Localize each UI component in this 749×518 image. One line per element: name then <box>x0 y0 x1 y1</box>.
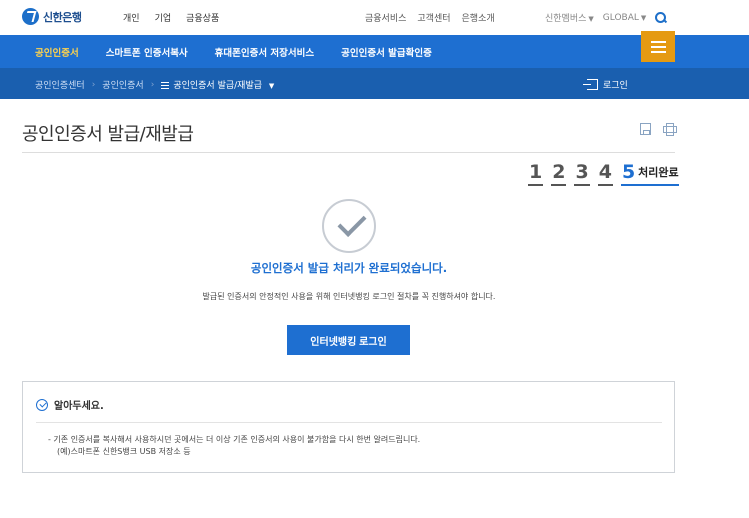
top-nav: 개인 기업 금융상품 <box>123 11 219 24</box>
topnav-products[interactable]: 금융상품 <box>186 11 219 24</box>
members-dropdown[interactable]: 신한멤버스 ▼ <box>545 11 594 24</box>
list-icon <box>161 82 170 89</box>
notice-header: 알아두세요. <box>36 397 104 412</box>
search-icon[interactable] <box>655 12 667 23</box>
topnav-personal[interactable]: 개인 <box>123 11 140 24</box>
step-5-current: 5 처리완료 <box>620 160 679 186</box>
breadcrumb: 공인인증센터 › 공인인증서 › 공인인증서 발급/재발급 ▼ <box>35 78 274 92</box>
global-label: GLOBAL <box>602 12 639 23</box>
title-tools <box>640 123 677 136</box>
nav-item-smartphone-copy[interactable]: 스마트폰 인증서복사 <box>106 45 188 59</box>
page-title: 공인인증서 발급/재발급 <box>22 124 194 145</box>
util-bank-intro[interactable]: 은행소개 <box>462 11 495 24</box>
nav-item-issue-confirmation[interactable]: 공인인증서 발급확인증 <box>341 45 432 59</box>
util-customer-center[interactable]: 고객센터 <box>417 11 450 24</box>
breadcrumb-item-certificate[interactable]: 공인인증서 <box>102 78 143 91</box>
notice-line-1: - 기존 인증서를 복사해서 사용하시던 곳에서는 더 이상 기존 인증서의 사… <box>48 435 421 444</box>
check-circle-icon <box>322 199 376 253</box>
notice-divider <box>36 422 662 423</box>
login-link[interactable]: 로그인 <box>583 78 628 91</box>
breadcrumb-current-dropdown[interactable]: 공인인증서 발급/재발급 ▼ <box>161 78 274 91</box>
print-icon[interactable] <box>663 123 677 136</box>
notice-box: 알아두세요. - 기존 인증서를 복사해서 사용하시던 곳에서는 더 이상 기존… <box>22 381 675 473</box>
nav-item-phone-storage[interactable]: 휴대폰인증서 저장서비스 <box>215 45 314 59</box>
breadcrumb-item-center[interactable]: 공인인증센터 <box>35 78 85 91</box>
utility-nav: 금융서비스 고객센터 은행소개 <box>365 11 495 24</box>
topnav-business[interactable]: 기업 <box>155 11 172 24</box>
hamburger-icon-bar <box>650 40 666 43</box>
breadcrumb-current-label: 공인인증서 발급/재발급 <box>173 81 263 91</box>
top-bar: 신한은행 개인 기업 금융상품 금융서비스 고객센터 은행소개 신한멤버스 ▼ G… <box>0 0 749 35</box>
step-5-number: 5 <box>621 161 636 183</box>
brand-name: 신한은행 <box>43 10 82 24</box>
result-message: 공인인증서 발급 처리가 완료되었습니다. <box>250 261 448 275</box>
notice-line-2: (예)스마트폰 신한S뱅크 USB 저장소 등 <box>57 447 191 456</box>
global-dropdown[interactable]: GLOBAL ▼ <box>603 13 647 23</box>
title-divider <box>22 152 675 153</box>
result-subtext: 발급된 인증서의 안정적인 사용을 위해 인터넷뱅킹 로그인 절차를 꼭 진행하… <box>202 292 496 301</box>
hamburger-icon-bar <box>650 45 666 48</box>
check-circle-small-icon <box>36 398 48 411</box>
step-1: 1 <box>528 160 544 186</box>
caret-down-icon: ▼ <box>588 15 594 23</box>
login-label: 로그인 <box>603 81 628 91</box>
chevron-right-icon: › <box>91 79 96 90</box>
caret-down-icon: ▼ <box>640 13 647 22</box>
step-indicator: 1 2 3 4 5 처리완료 <box>528 160 679 186</box>
internet-banking-login-button[interactable]: 인터넷뱅킹 로그인 <box>287 325 410 355</box>
hamburger-icon-bar <box>650 50 666 53</box>
chevron-right-icon: › <box>150 79 155 90</box>
right-utility: 신한멤버스 ▼ GLOBAL ▼ <box>545 11 667 24</box>
shinhan-logo-icon <box>22 8 39 25</box>
brand-logo[interactable]: 신한은행 <box>22 8 82 25</box>
notice-title: 알아두세요. <box>54 401 104 412</box>
step-3: 3 <box>574 160 590 186</box>
caret-down-icon: ▼ <box>268 82 275 90</box>
notice-body: - 기존 인증서를 복사해서 사용하시던 곳에서는 더 이상 기존 인증서의 사… <box>48 434 420 458</box>
step-4: 4 <box>597 160 613 186</box>
step-5-label: 처리완료 <box>638 166 679 179</box>
breadcrumb-bar: 공인인증센터 › 공인인증서 › 공인인증서 발급/재발급 ▼ 로그인 <box>0 68 749 99</box>
main-nav: 공인인증서 스마트폰 인증서복사 휴대폰인증서 저장서비스 공인인증서 발급확인… <box>0 35 749 68</box>
step-2: 2 <box>551 160 567 186</box>
util-financial-services[interactable]: 금융서비스 <box>365 11 406 24</box>
nav-item-certificate[interactable]: 공인인증서 <box>35 45 79 59</box>
save-icon[interactable] <box>640 123 651 135</box>
members-label: 신한멤버스 <box>545 14 587 24</box>
hamburger-menu-button[interactable] <box>641 31 675 62</box>
login-icon <box>583 79 598 90</box>
